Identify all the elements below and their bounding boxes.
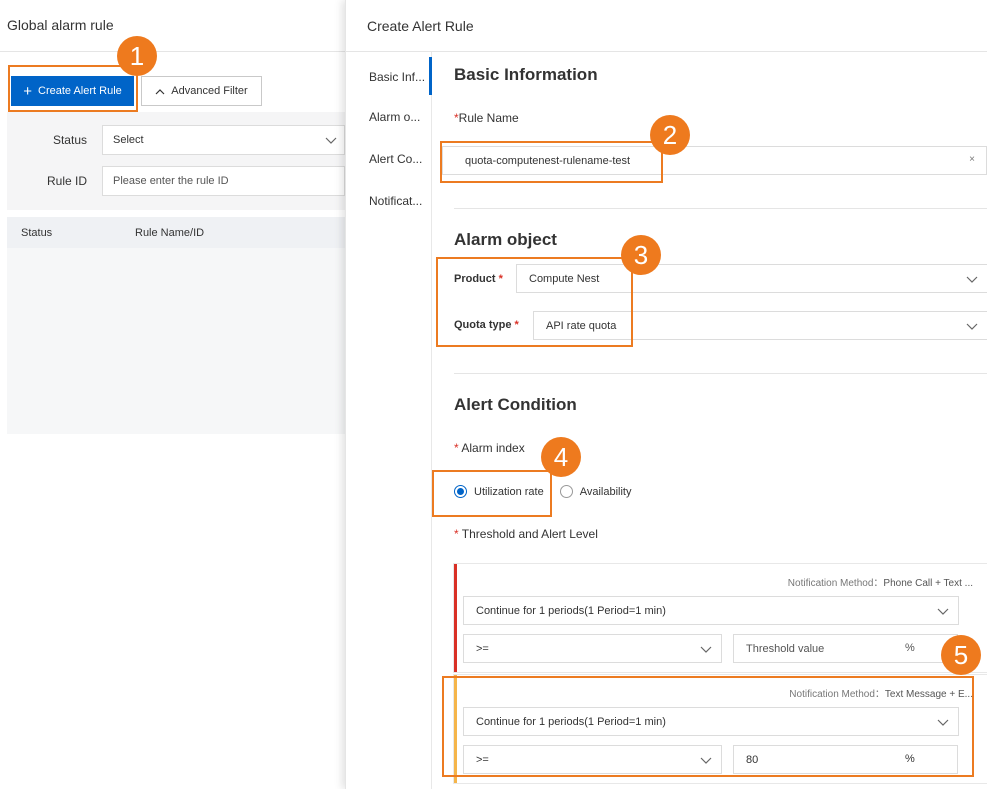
- annotation-box-4: [432, 470, 552, 517]
- level-color-stripe: [454, 564, 457, 672]
- chevron-down-icon: [966, 323, 978, 330]
- status-select[interactable]: Select: [102, 125, 345, 155]
- annotation-badge-3: 3: [621, 235, 661, 275]
- page-title: Global alarm rule: [0, 0, 345, 52]
- period-select[interactable]: Continue for 1 periods(1 Period=1 min): [463, 596, 959, 625]
- rule-id-filter-label: Rule ID: [46, 174, 87, 188]
- status-select-value: Select: [113, 134, 144, 146]
- column-status: Status: [21, 226, 53, 239]
- rule-id-filter-row: Rule ID Please enter the rule ID: [7, 166, 345, 196]
- annotation-box-3: [436, 257, 633, 347]
- option-availability[interactable]: Availability: [580, 486, 632, 498]
- status-filter-row: Status Select: [7, 125, 345, 155]
- percent-unit: %: [905, 642, 915, 654]
- chevron-down-icon: [937, 608, 949, 615]
- annotation-box-1: [8, 65, 138, 112]
- rule-id-placeholder: Please enter the rule ID: [113, 175, 229, 187]
- operator-select[interactable]: >=: [463, 634, 722, 663]
- divider: [454, 208, 987, 209]
- notification-method: Notification Method：Phone Call + Text ..…: [787, 578, 973, 589]
- nav-notification[interactable]: Notificat...: [369, 194, 427, 208]
- threshold-label: * Threshold and Alert Level: [454, 527, 598, 541]
- alarm-object-title: Alarm object: [454, 230, 557, 249]
- chevron-up-icon: [155, 88, 165, 94]
- chevron-down-icon: [700, 646, 712, 653]
- alarm-index-label: * Alarm index: [454, 441, 525, 455]
- chevron-down-icon: [966, 276, 978, 283]
- annotation-badge-5: 5: [941, 635, 981, 675]
- annotation-badge-1: 1: [117, 36, 157, 76]
- nav-alert-condition[interactable]: Alert Co...: [369, 152, 427, 166]
- clear-icon[interactable]: ×: [969, 154, 975, 165]
- annotation-box-2: [440, 141, 663, 183]
- chevron-down-icon: [325, 137, 337, 144]
- nav-active-indicator: [429, 57, 432, 95]
- section-nav: Basic Inf... Alarm o... Alert Co... Noti…: [346, 52, 432, 789]
- rules-table-header: Status Rule Name/ID: [7, 217, 345, 248]
- basic-information-title: Basic Information: [454, 65, 598, 84]
- advanced-filter-button[interactable]: Advanced Filter: [141, 76, 262, 106]
- drawer-title: Create Alert Rule: [346, 0, 987, 52]
- status-filter-label: Status: [52, 133, 87, 147]
- divider: [454, 373, 987, 374]
- rule-id-input[interactable]: Please enter the rule ID: [102, 166, 345, 196]
- column-rule-name: Rule Name/ID: [135, 226, 205, 239]
- alert-condition-title: Alert Condition: [454, 395, 577, 414]
- filter-panel: Status Select Rule ID Please enter the r…: [7, 112, 345, 210]
- rule-name-label: *Rule Name: [454, 111, 519, 125]
- radio-availability[interactable]: [559, 485, 573, 498]
- annotation-badge-4: 4: [541, 437, 581, 477]
- nav-alarm-object[interactable]: Alarm o...: [369, 110, 427, 124]
- global-alarm-rule-page: Global alarm rule + Create Alert Rule Ad…: [0, 0, 345, 789]
- operator-select-value: >=: [476, 642, 489, 655]
- threshold-input[interactable]: Threshold value %: [733, 634, 958, 663]
- period-select-value: Continue for 1 periods(1 Period=1 min): [476, 604, 666, 617]
- threshold-placeholder: Threshold value: [746, 642, 825, 655]
- annotation-box-5: [442, 676, 974, 777]
- annotation-badge-2: 2: [650, 115, 690, 155]
- advanced-filter-label: Advanced Filter: [171, 85, 248, 97]
- rules-table-body: [7, 248, 345, 434]
- nav-basic-information[interactable]: Basic Inf...: [369, 70, 427, 84]
- alert-level-critical: Notification Method：Phone Call + Text ..…: [453, 563, 987, 673]
